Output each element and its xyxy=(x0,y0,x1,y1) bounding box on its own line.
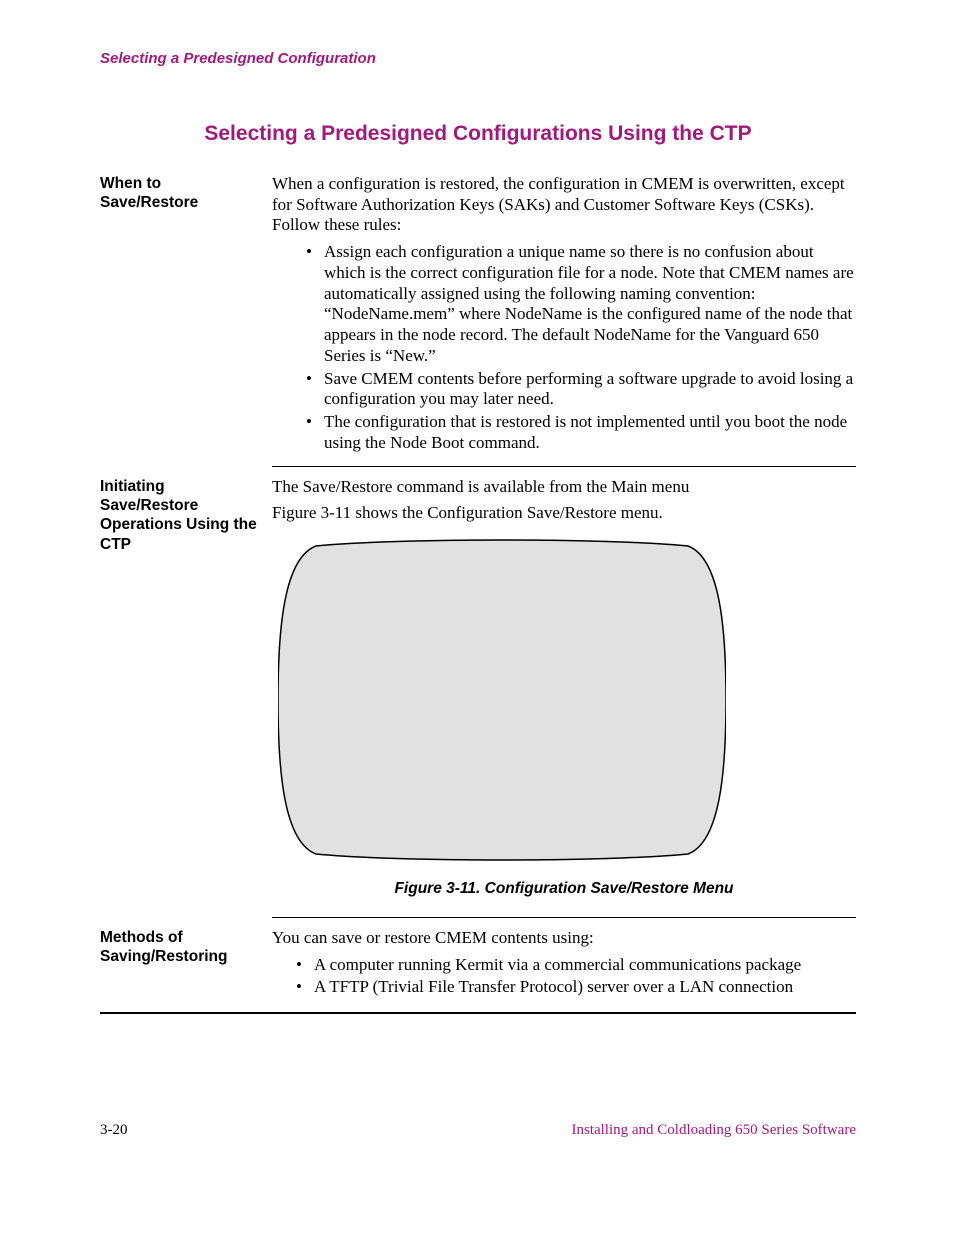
crt-screen-icon xyxy=(278,538,726,862)
running-header: Selecting a Predesigned Configuration xyxy=(100,50,856,67)
figure-wrap: Figure 3-11. Configuration Save/Restore … xyxy=(272,538,856,899)
footer: 3-20 Installing and Coldloading 650 Seri… xyxy=(100,1122,856,1139)
list-item: Save CMEM contents before performing a s… xyxy=(306,369,856,410)
list-item: The configuration that is restored is no… xyxy=(306,412,856,453)
side-label-when: When to Save/Restore xyxy=(100,174,272,213)
divider xyxy=(272,466,856,467)
when-intro: When a configuration is restored, the co… xyxy=(272,174,856,236)
page-title: Selecting a Predesigned Configurations U… xyxy=(100,122,856,146)
body-when: When a configuration is restored, the co… xyxy=(272,174,856,458)
section-initiating: Initiating Save/Restore Operations Using… xyxy=(100,477,856,909)
list-item: A computer running Kermit via a commerci… xyxy=(296,955,856,976)
initiating-p2: Figure 3-11 shows the Configuration Save… xyxy=(272,503,856,524)
divider xyxy=(272,917,856,918)
divider-full xyxy=(100,1012,856,1014)
body-methods: You can save or restore CMEM contents us… xyxy=(272,928,856,1002)
section-when-to-save: When to Save/Restore When a configuratio… xyxy=(100,174,856,458)
list-item: A TFTP (Trivial File Transfer Protocol) … xyxy=(296,977,856,998)
methods-bullets: A computer running Kermit via a commerci… xyxy=(272,955,856,998)
section-methods: Methods of Saving/Restoring You can save… xyxy=(100,928,856,1002)
page: Selecting a Predesigned Configuration Se… xyxy=(0,0,954,1235)
initiating-p1: The Save/Restore command is available fr… xyxy=(272,477,856,498)
side-label-methods: Methods of Saving/Restoring xyxy=(100,928,272,967)
methods-intro: You can save or restore CMEM contents us… xyxy=(272,928,856,949)
body-initiating: The Save/Restore command is available fr… xyxy=(272,477,856,909)
doc-name: Installing and Coldloading 650 Series So… xyxy=(571,1122,856,1139)
figure-caption: Figure 3-11. Configuration Save/Restore … xyxy=(272,880,856,899)
side-label-initiating: Initiating Save/Restore Operations Using… xyxy=(100,477,272,555)
page-number: 3-20 xyxy=(100,1122,128,1139)
list-item: Assign each configuration a unique name … xyxy=(306,242,856,366)
when-bullets: Assign each configuration a unique name … xyxy=(272,242,856,453)
